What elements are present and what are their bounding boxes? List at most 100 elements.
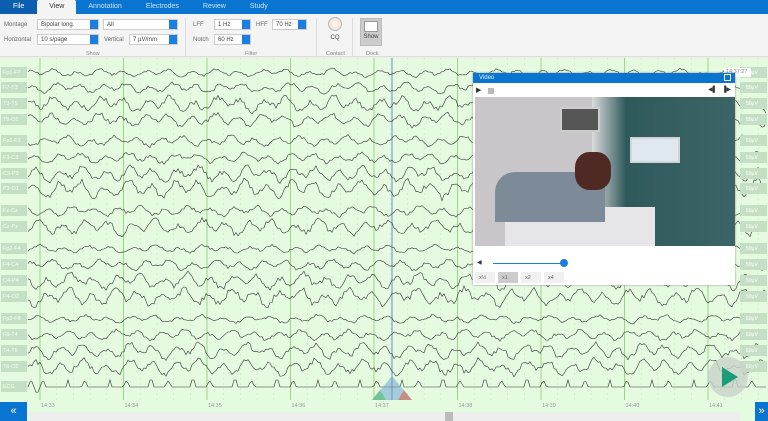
channel-label[interactable]: T5-O1: [1, 114, 27, 125]
show-group-label: Show: [86, 51, 100, 57]
lff-select[interactable]: 1 Hz: [214, 19, 251, 30]
montage-label: Montage: [4, 22, 28, 28]
time-tick: 14:36: [291, 403, 306, 409]
channel-label[interactable]: P4-O2: [1, 291, 27, 302]
chevron-icon: [242, 20, 250, 29]
gauge-icon: [328, 17, 342, 31]
vertical-label: Vertical: [104, 37, 124, 43]
chevron-icon: [169, 35, 177, 44]
tab-file[interactable]: File: [0, 0, 38, 14]
dock-show-button[interactable]: Show: [360, 18, 382, 46]
volume-slider[interactable]: [493, 263, 563, 264]
eeg-trace: [27, 341, 767, 361]
time-tick: 14:34: [124, 403, 139, 409]
scale-marker: 50µV: [740, 243, 767, 254]
scale-marker: 50µV: [740, 291, 767, 302]
horizontal-label: Horizontal: [4, 37, 32, 43]
channels-select[interactable]: All: [103, 19, 178, 30]
time-tick: 14:37: [375, 403, 389, 409]
hff-select[interactable]: 70 Hz: [272, 19, 307, 30]
tab-review[interactable]: Review: [191, 0, 238, 14]
notch-value: 60 Hz: [218, 37, 234, 43]
volume-icon[interactable]: ◀: [477, 259, 482, 266]
time-tick: 14:35: [208, 403, 222, 409]
channel-label[interactable]: C3-P3: [1, 168, 27, 179]
scale-marker: 50µV: [740, 168, 767, 179]
channel-label[interactable]: C4-P4: [1, 275, 27, 286]
scale-marker: 50µV: [740, 82, 767, 93]
channel-label[interactable]: P3-O1: [1, 183, 27, 194]
speed-half-button[interactable]: x½: [475, 272, 495, 283]
montage-value: Bipolar long.: [41, 22, 75, 28]
horizontal-value: 10 s/page: [41, 37, 68, 43]
step-forward-icon[interactable]: ▐▶: [722, 86, 731, 93]
scrollbar-thumb[interactable]: [445, 412, 453, 421]
menu-tabs: File View Annotation Electrodes Review S…: [0, 0, 768, 14]
hff-value: 70 Hz: [276, 22, 292, 28]
notch-label: Notch: [193, 37, 209, 43]
play-button[interactable]: [708, 357, 748, 397]
volume-slider-handle[interactable]: [560, 259, 568, 267]
cq-button[interactable]: CQ: [324, 17, 346, 49]
page-back-button[interactable]: «: [0, 402, 27, 421]
channel-label[interactable]: T6-O2: [1, 361, 27, 372]
horizontal-select[interactable]: 10 s/page: [37, 34, 99, 45]
channel-label[interactable]: T3-T5: [1, 98, 27, 109]
scale-marker: 50µV: [740, 205, 767, 216]
video-panel: Video ▶ ◀▌ ▐▶ ◀ x½ x1 x2 x4: [473, 73, 735, 285]
scale-marker: 50µV: [740, 152, 767, 163]
channel-label[interactable]: F3-C3: [1, 152, 27, 163]
channel-label[interactable]: Fp1-F7: [1, 67, 27, 78]
speed-x2-button[interactable]: x2: [521, 272, 541, 283]
channel-label[interactable]: ECG: [1, 381, 27, 392]
play-icon[interactable]: ▶: [476, 86, 481, 94]
speed-x1-button[interactable]: x1: [498, 272, 518, 283]
filter-group-label: Filter: [245, 51, 258, 57]
channel-label[interactable]: Fz-Cz: [1, 205, 27, 216]
chevron-icon: [90, 20, 98, 29]
scale-marker: 50µV: [740, 329, 767, 340]
step-back-icon[interactable]: ◀▌: [708, 86, 717, 93]
divider: [352, 18, 353, 56]
popout-icon[interactable]: [724, 74, 731, 81]
channel-label[interactable]: Fp2-F4: [1, 243, 27, 254]
channels-value: All: [107, 22, 114, 28]
speed-x4-button[interactable]: x4: [544, 272, 564, 283]
channel-label[interactable]: F7-T3: [1, 82, 27, 93]
scale-marker: 50µV: [740, 135, 767, 146]
divider: [185, 18, 186, 56]
dock-group-label: Dock: [366, 51, 379, 57]
scale-marker: 50µV: [740, 259, 767, 270]
scale-marker: 50µV: [740, 183, 767, 194]
scale-marker: 50µV: [740, 221, 767, 232]
window-icon: [364, 21, 378, 32]
channel-label[interactable]: F4-C4: [1, 259, 27, 270]
channel-label[interactable]: Fp2-F8: [1, 313, 27, 324]
time-tick: 14:40: [625, 403, 640, 409]
time-tick: 14:41: [709, 403, 723, 409]
lff-value: 1 Hz: [218, 22, 231, 28]
montage-select[interactable]: Bipolar long.: [37, 19, 99, 30]
stop-icon[interactable]: [488, 88, 494, 94]
tab-study[interactable]: Study: [238, 0, 280, 14]
tab-electrodes[interactable]: Electrodes: [134, 0, 191, 14]
channel-label[interactable]: T4-T6: [1, 345, 27, 356]
vertical-value: 7 µV/mm: [133, 37, 158, 43]
tab-view[interactable]: View: [37, 0, 77, 14]
time-tick: 14:38: [458, 403, 473, 409]
video-header: Video: [473, 73, 735, 83]
notch-select[interactable]: 60 Hz: [214, 34, 251, 45]
play-icon: [722, 367, 738, 387]
lff-label: LFF: [193, 22, 204, 28]
page-forward-button[interactable]: »: [755, 402, 768, 421]
scale-marker: 50µV: [740, 345, 767, 356]
channel-label[interactable]: Cz-Pz: [1, 221, 27, 232]
scrollbar-track[interactable]: [28, 412, 740, 421]
vertical-select[interactable]: 7 µV/mm: [129, 34, 178, 45]
eeg-trace: [27, 328, 767, 342]
tab-annotation[interactable]: Annotation: [76, 0, 133, 14]
chevron-icon: [298, 20, 306, 29]
eeg-trace: [27, 285, 767, 309]
channel-label[interactable]: Fp1-F3: [1, 135, 27, 146]
channel-label[interactable]: F8-T4: [1, 329, 27, 340]
